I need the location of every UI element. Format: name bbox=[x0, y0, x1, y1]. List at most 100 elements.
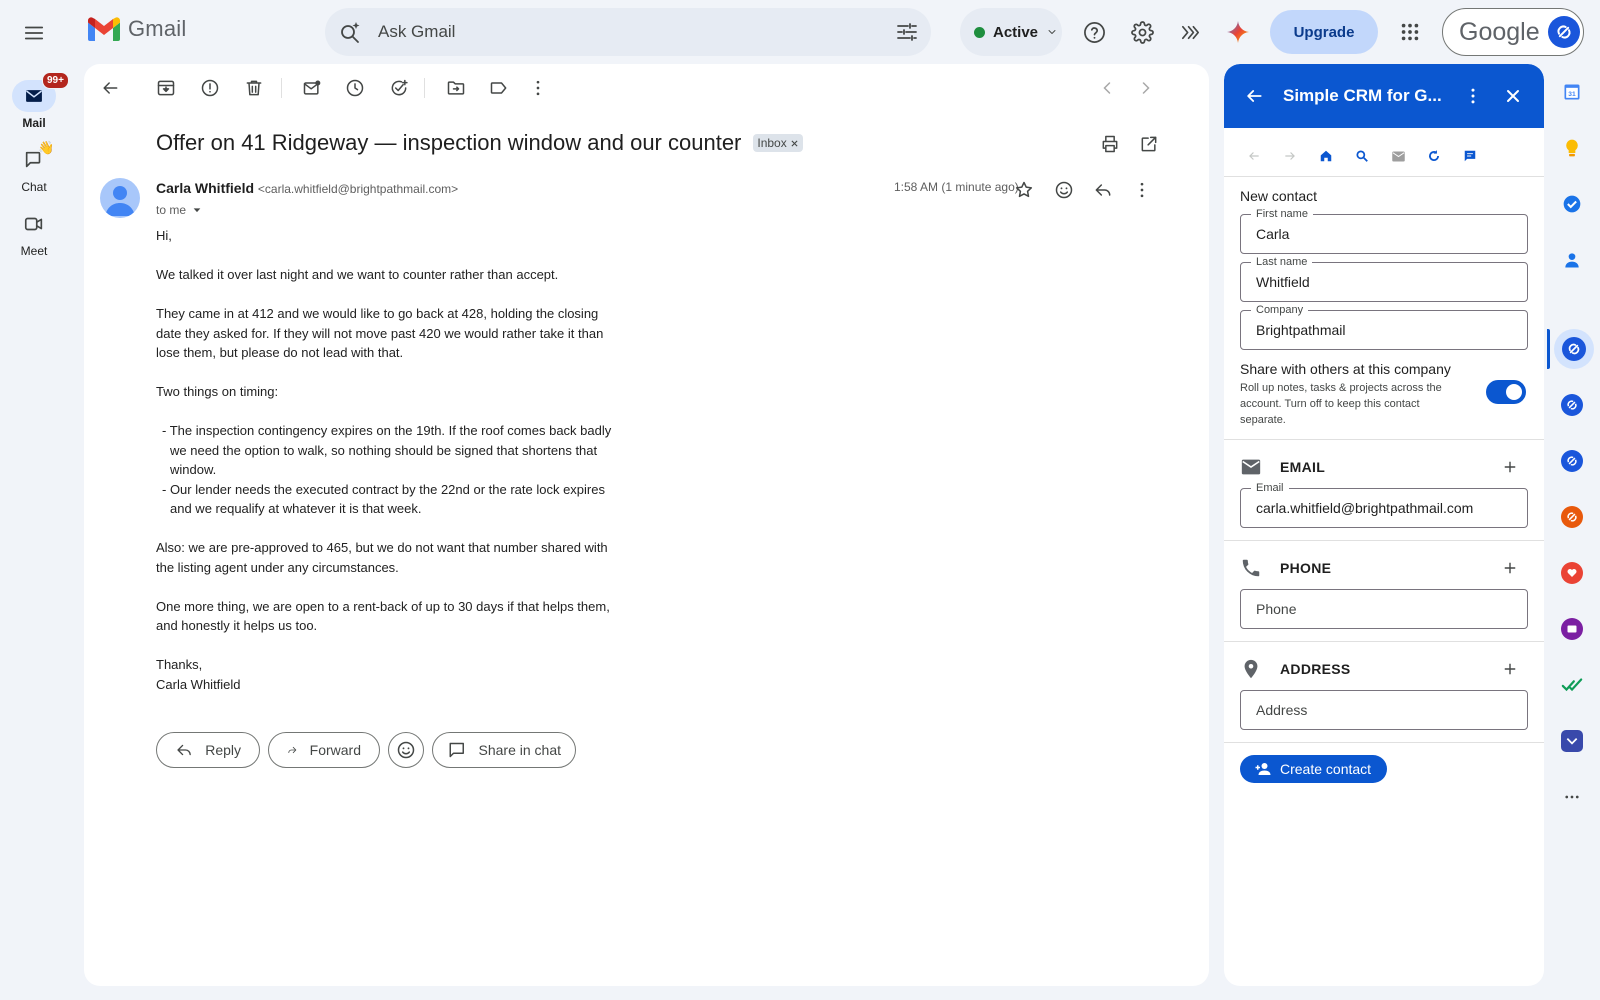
addon-icon bbox=[1561, 562, 1583, 584]
crm-menu-button[interactable] bbox=[1453, 76, 1493, 116]
more-addons-button[interactable] bbox=[1560, 785, 1584, 809]
archive-button[interactable] bbox=[146, 68, 186, 108]
company-input[interactable] bbox=[1256, 320, 1516, 340]
address-field[interactable] bbox=[1240, 690, 1528, 730]
first-name-input[interactable] bbox=[1256, 224, 1516, 244]
add-reaction-button[interactable] bbox=[1044, 170, 1084, 210]
more-actions-button[interactable] bbox=[518, 68, 558, 108]
addon-button[interactable] bbox=[1560, 729, 1584, 753]
report-spam-button[interactable] bbox=[190, 68, 230, 108]
email-field[interactable]: Email bbox=[1240, 482, 1528, 528]
recipients-line[interactable]: to me bbox=[156, 203, 202, 217]
contacts-icon bbox=[1565, 253, 1579, 268]
addon-button[interactable] bbox=[1560, 673, 1584, 697]
gmail-m-icon bbox=[88, 17, 120, 41]
search-input[interactable] bbox=[378, 20, 858, 44]
body-bullet: - The inspection contingency expires on … bbox=[162, 423, 612, 477]
crm-nav-mail[interactable] bbox=[1386, 144, 1410, 168]
phone-field[interactable] bbox=[1240, 589, 1528, 629]
wave-emoji-icon: 👋 bbox=[38, 140, 55, 155]
message-more-button[interactable] bbox=[1122, 170, 1162, 210]
show-details-icon[interactable] bbox=[192, 205, 202, 215]
older-message-button[interactable] bbox=[1126, 68, 1166, 108]
calendar-addon-button[interactable]: 31 bbox=[1560, 80, 1584, 104]
toolbar-divider bbox=[281, 78, 282, 98]
arrow-left-icon bbox=[1249, 152, 1259, 160]
phone-input[interactable] bbox=[1256, 599, 1516, 619]
mail-section-icon bbox=[1241, 459, 1261, 475]
rail-chat[interactable]: 👋 Chat bbox=[0, 140, 68, 194]
settings-button[interactable] bbox=[1122, 12, 1162, 52]
create-contact-button[interactable]: Create contact bbox=[1240, 755, 1388, 783]
snooze-button[interactable] bbox=[335, 68, 375, 108]
search-bar[interactable] bbox=[325, 8, 931, 56]
addon-button[interactable] bbox=[1560, 561, 1584, 585]
tasks-addon-button[interactable] bbox=[1560, 192, 1584, 216]
crm-nav-home[interactable] bbox=[1314, 144, 1338, 168]
sparkle-search-icon bbox=[341, 22, 360, 43]
add-address-button[interactable] bbox=[1500, 659, 1520, 679]
support-button[interactable] bbox=[1074, 12, 1114, 52]
addon-button[interactable] bbox=[1560, 617, 1584, 641]
gemini-app-button[interactable] bbox=[1170, 12, 1210, 52]
simple-crm-logo-icon bbox=[1557, 25, 1571, 39]
main-menu-button[interactable] bbox=[13, 12, 55, 54]
mark-unread-button[interactable] bbox=[292, 68, 332, 108]
gmail-logo[interactable]: Gmail bbox=[88, 16, 186, 42]
chevron-down-icon bbox=[1048, 30, 1056, 34]
body-paragraph: Two things on timing: bbox=[156, 384, 279, 399]
add-email-button[interactable] bbox=[1500, 457, 1520, 477]
last-name-field[interactable]: Last name bbox=[1240, 256, 1528, 302]
mail-pill: 99+ bbox=[12, 72, 69, 112]
address-input[interactable] bbox=[1256, 700, 1516, 720]
company-field[interactable]: Company bbox=[1240, 304, 1528, 350]
crm-nav-back[interactable] bbox=[1242, 144, 1266, 168]
crm-close-button[interactable] bbox=[1493, 76, 1533, 116]
crm-back-button[interactable] bbox=[1234, 76, 1274, 116]
last-name-input[interactable] bbox=[1256, 272, 1516, 292]
status-selector[interactable]: Active bbox=[960, 8, 1062, 56]
star-button[interactable] bbox=[1004, 170, 1044, 210]
addon-button[interactable] bbox=[1560, 393, 1584, 417]
crm-nav-feedback[interactable] bbox=[1458, 144, 1482, 168]
back-to-inbox-button[interactable] bbox=[90, 68, 130, 108]
upgrade-button[interactable]: Upgrade bbox=[1270, 10, 1378, 54]
emoji-reaction-button[interactable] bbox=[388, 732, 424, 768]
reply-action-button[interactable]: Reply bbox=[156, 732, 260, 768]
crm-nav-refresh[interactable] bbox=[1422, 144, 1446, 168]
move-to-button[interactable] bbox=[436, 68, 476, 108]
add-to-tasks-button[interactable] bbox=[379, 68, 419, 108]
newer-message-button[interactable] bbox=[1087, 68, 1127, 108]
last-name-label: Last name bbox=[1251, 256, 1313, 268]
rail-meet[interactable]: Meet bbox=[0, 208, 68, 258]
add-phone-button[interactable] bbox=[1500, 558, 1520, 578]
addon-button[interactable] bbox=[1560, 449, 1584, 473]
simple-crm-addon-button[interactable] bbox=[1554, 329, 1594, 369]
clock-icon bbox=[346, 79, 364, 97]
remove-label-icon[interactable] bbox=[790, 139, 799, 148]
delete-button[interactable] bbox=[234, 68, 274, 108]
sender-avatar[interactable] bbox=[100, 178, 140, 218]
open-new-window-button[interactable] bbox=[1129, 124, 1169, 164]
print-all-button[interactable] bbox=[1090, 124, 1130, 164]
addon-button[interactable] bbox=[1560, 505, 1584, 529]
keep-addon-button[interactable] bbox=[1560, 136, 1584, 160]
first-name-field[interactable]: First name bbox=[1240, 208, 1528, 254]
google-account-button[interactable]: Google bbox=[1442, 8, 1584, 56]
share-toggle-switch[interactable] bbox=[1486, 380, 1526, 404]
crm-addon-panel: Simple CRM for G... New contact First na… bbox=[1224, 64, 1544, 986]
sender-name[interactable]: Carla Whitfield bbox=[156, 180, 254, 196]
labels-button[interactable] bbox=[479, 68, 519, 108]
email-input[interactable] bbox=[1256, 498, 1516, 518]
crm-nav-search[interactable] bbox=[1350, 144, 1374, 168]
contacts-addon-button[interactable] bbox=[1560, 248, 1584, 272]
google-apps-button[interactable] bbox=[1390, 12, 1430, 52]
share-in-chat-button[interactable]: Share in chat bbox=[432, 732, 576, 768]
gemini-button[interactable] bbox=[1218, 12, 1258, 52]
rail-mail[interactable]: 99+ Mail bbox=[0, 72, 69, 130]
forward-action-button[interactable]: Forward bbox=[268, 732, 380, 768]
reply-button[interactable] bbox=[1083, 170, 1123, 210]
crm-nav-forward[interactable] bbox=[1278, 144, 1302, 168]
apps-grid-icon bbox=[1401, 23, 1419, 41]
search-options-icon[interactable] bbox=[895, 20, 919, 44]
